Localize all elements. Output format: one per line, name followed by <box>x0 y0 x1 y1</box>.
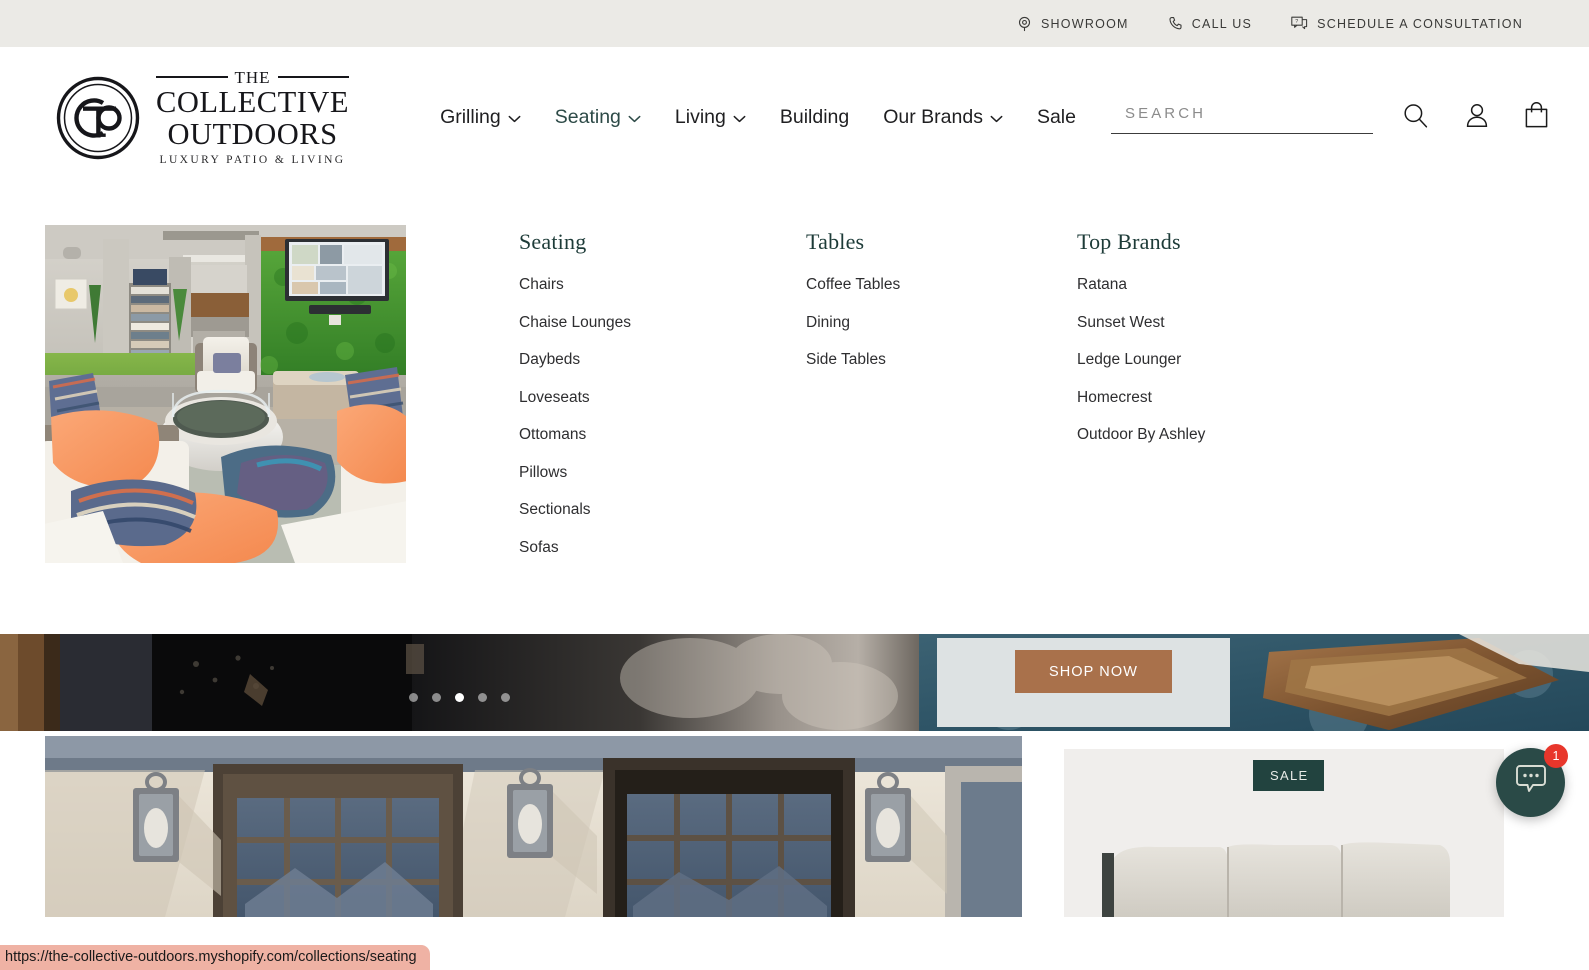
search-input[interactable] <box>1124 105 1373 122</box>
menu-link-outdoor-by-ashley[interactable]: Outdoor By Ashley <box>1077 427 1205 443</box>
carousel-dot-3-active[interactable] <box>455 693 464 702</box>
chat-bubble-icon <box>1514 764 1548 801</box>
chat-question-icon: ? <box>1291 16 1308 31</box>
menu-link-sunset-west[interactable]: Sunset West <box>1077 314 1165 331</box>
primary-nav: Grilling Seating Living Building Our Bra… <box>423 96 1093 139</box>
menu-link-sofas[interactable]: Sofas <box>519 539 559 556</box>
mega-menu-column-seating: Seating Chairs Chaise Lounges Daybeds Lo… <box>519 229 806 577</box>
showroom-link[interactable]: SHOWROOM <box>1017 16 1129 32</box>
nav-item-our-brands[interactable]: Our Brands <box>866 96 1020 139</box>
menu-link-pillows[interactable]: Pillows <box>519 464 567 481</box>
menu-link-ottomans[interactable]: Ottomans <box>519 427 586 443</box>
logo-line-collective: COLLECTIVE <box>156 84 350 119</box>
phone-icon <box>1168 16 1183 31</box>
menu-link-sectionals[interactable]: Sectionals <box>519 502 591 518</box>
call-us-link[interactable]: CALL US <box>1168 16 1252 31</box>
logo-tagline: LUXURY PATIO & LIVING <box>159 153 346 166</box>
mega-menu-column-tables: Tables Coffee Tables Dining Side Tables <box>806 229 1077 577</box>
menu-link-side-tables[interactable]: Side Tables <box>806 352 886 368</box>
menu-link-daybeds[interactable]: Daybeds <box>519 352 580 368</box>
nav-item-grilling[interactable]: Grilling <box>423 96 538 139</box>
menu-link-ratana[interactable]: Ratana <box>1077 277 1127 293</box>
nav-label-sale: Sale <box>1036 106 1076 128</box>
shop-now-button[interactable]: SHOP NOW <box>1015 650 1172 693</box>
carousel-dots <box>0 693 919 702</box>
nav-item-living[interactable]: Living <box>658 96 763 139</box>
carousel-dot-4[interactable] <box>478 693 487 702</box>
schedule-consultation-label: SCHEDULE A CONSULTATION <box>1317 16 1523 31</box>
menu-link-chaise-lounges[interactable]: Chaise Lounges <box>519 314 631 331</box>
logo-monogram-icon <box>56 76 140 160</box>
utility-bar: SHOWROOM CALL US ? SCHEDULE A CONSULTATI… <box>0 0 1589 47</box>
mega-menu-columns: Seating Chairs Chaise Lounges Daybeds Lo… <box>519 225 1357 577</box>
hero-carousel: SHOP NOW <box>0 634 1589 731</box>
promo-image-building[interactable] <box>45 736 1022 917</box>
mega-menu-column-top-brands: Top Brands Ratana Sunset West Ledge Loun… <box>1077 229 1357 577</box>
mega-menu-seating: Seating Chairs Chaise Lounges Daybeds Lo… <box>0 188 1589 634</box>
schedule-consultation-link[interactable]: ? SCHEDULE A CONSULTATION <box>1291 16 1523 31</box>
search-icon[interactable] <box>1401 101 1430 135</box>
header-icon-group <box>1401 101 1549 135</box>
column-title-tables: Tables <box>806 229 865 254</box>
carousel-dot-5[interactable] <box>501 693 510 702</box>
status-bar-url: https://the-collective-outdoors.myshopif… <box>0 945 430 970</box>
carousel-dot-2[interactable] <box>432 693 441 702</box>
call-us-label: CALL US <box>1191 16 1253 31</box>
browser-page: SHOWROOM CALL US ? SCHEDULE A CONSULTATI… <box>0 0 1589 970</box>
nav-label-grilling: Grilling <box>440 106 501 128</box>
utility-links: SHOWROOM CALL US ? SCHEDULE A CONSULTATI… <box>1017 16 1523 32</box>
nav-label-building: Building <box>779 106 850 128</box>
nav-label-our-brands: Our Brands <box>883 106 983 128</box>
cart-bag-icon[interactable] <box>1524 101 1549 134</box>
logo-the: THE <box>234 67 271 87</box>
chevron-down-icon <box>508 106 521 129</box>
search-field-wrapper <box>1110 101 1373 134</box>
chevron-down-icon <box>990 106 1003 129</box>
logo-wordmark: THE COLLECTIVE OUTDOORS LUXURY PATIO & L… <box>156 67 350 166</box>
menu-link-chairs[interactable]: Chairs <box>519 277 564 293</box>
logo-line-outdoors: OUTDOORS <box>167 117 338 152</box>
column-title-seating: Seating <box>519 229 587 254</box>
carousel-dot-1[interactable] <box>409 693 418 702</box>
logo-rule-left <box>156 76 228 79</box>
location-pin-icon <box>1017 16 1032 32</box>
nav-label-living: Living <box>674 106 726 128</box>
menu-link-dining[interactable]: Dining <box>806 314 850 331</box>
chevron-down-icon <box>733 106 746 129</box>
menu-link-homecrest[interactable]: Homecrest <box>1077 389 1152 406</box>
nav-item-seating[interactable]: Seating <box>538 96 658 139</box>
account-icon[interactable] <box>1464 102 1490 134</box>
mega-menu-feature-image[interactable] <box>45 225 406 563</box>
lower-content: SALE <box>0 731 1589 917</box>
menu-link-ledge-lounger[interactable]: Ledge Lounger <box>1077 352 1181 368</box>
carousel-slide-left[interactable] <box>0 634 919 731</box>
product-card[interactable]: SALE <box>1064 749 1504 917</box>
carousel-slide-right[interactable]: SHOP NOW <box>919 634 1589 731</box>
site-logo[interactable]: THE COLLECTIVE OUTDOORS LUXURY PATIO & L… <box>56 67 350 166</box>
sale-badge: SALE <box>1253 760 1325 791</box>
nav-item-building[interactable]: Building <box>763 96 866 139</box>
chat-widget-button[interactable]: 1 <box>1496 744 1568 817</box>
nav-item-sale[interactable]: Sale <box>1020 96 1093 139</box>
site-header: THE COLLECTIVE OUTDOORS LUXURY PATIO & L… <box>0 47 1589 188</box>
svg-text:?: ? <box>1295 19 1299 25</box>
menu-link-loveseats[interactable]: Loveseats <box>519 389 590 406</box>
menu-link-coffee-tables[interactable]: Coffee Tables <box>806 277 900 293</box>
column-title-top-brands: Top Brands <box>1077 229 1181 254</box>
chevron-down-icon <box>628 106 641 129</box>
showroom-label: SHOWROOM <box>1040 16 1129 31</box>
chat-unread-badge: 1 <box>1544 744 1568 768</box>
logo-rule-right <box>277 76 350 79</box>
nav-label-seating: Seating <box>554 106 621 128</box>
shop-now-card: SHOP NOW <box>937 638 1230 727</box>
